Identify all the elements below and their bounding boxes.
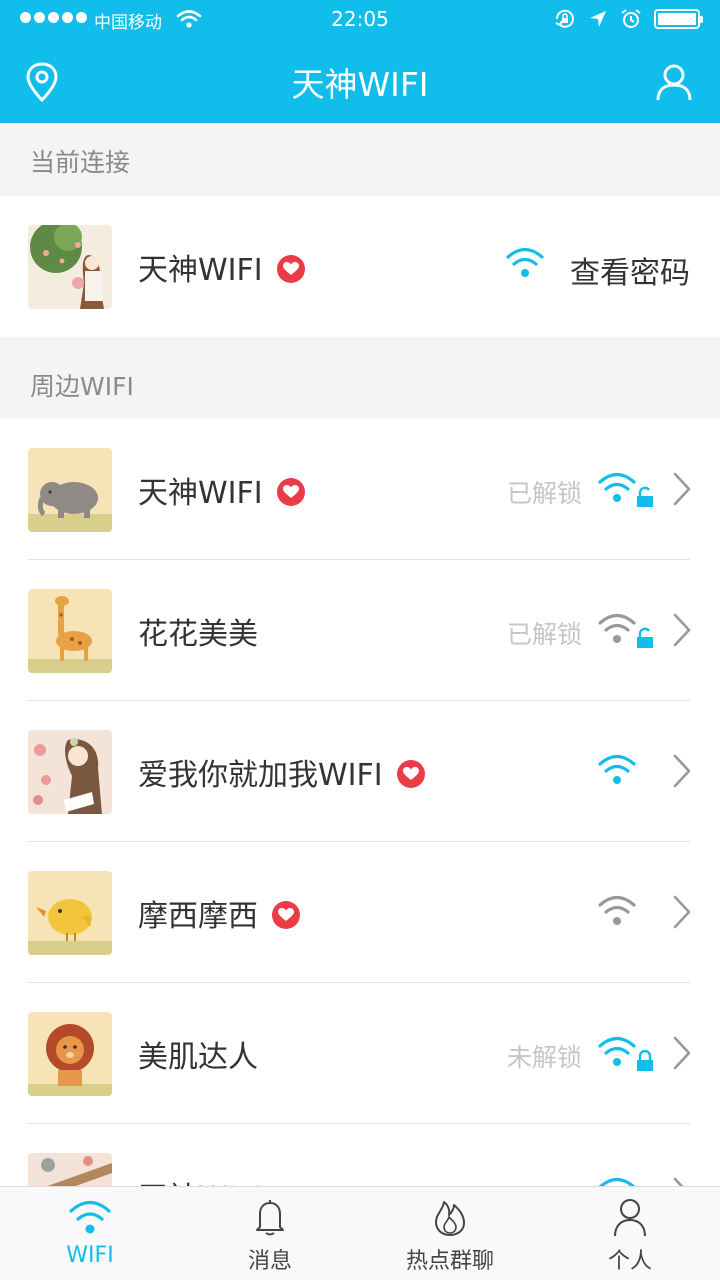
chevron-right-icon [673, 754, 691, 788]
wifi-signal-icon [598, 1036, 636, 1066]
avatar [28, 871, 112, 955]
unlock-status: 已解锁 [506, 620, 582, 649]
chevron-right-icon [673, 1036, 691, 1070]
wifi-signal-icon [598, 472, 636, 502]
avatar [28, 589, 112, 673]
tab-label: 个人 [607, 1249, 652, 1274]
favorite-heart-icon [396, 760, 425, 788]
alarm-icon [621, 9, 641, 28]
wifi-list-item[interactable]: 美肌达人 未解锁 [0, 983, 720, 1124]
tab-label: 热点群聊 [405, 1249, 494, 1274]
tab-label: WIFI [66, 1243, 114, 1268]
wifi-signal-icon [598, 613, 636, 643]
page-title: 天神WIFI [291, 65, 429, 104]
tab-messages[interactable]: 消息 [180, 1187, 360, 1280]
unlocked-icon [637, 486, 653, 507]
view-password-button[interactable]: 查看密码 [570, 248, 690, 292]
current-section-header: 当前连接 [0, 123, 720, 196]
wifi-name-text: 天神WIFI [138, 476, 263, 511]
tab-wifi[interactable]: WIFI [0, 1187, 180, 1280]
top-bar: 中国移动 22:05 天神WIFI [0, 0, 720, 123]
wifi-name: 天神WIFI [138, 468, 305, 512]
current-connection-row[interactable]: 天神WIFI 查看密码 [0, 196, 720, 337]
wifi-name: 摩西摩西 [138, 891, 300, 935]
tab-bar: WIFI 消息 热点群聊 个人 [0, 1186, 720, 1280]
locked-icon [637, 1050, 653, 1071]
avatar [28, 1012, 112, 1096]
wifi-list-item[interactable]: 爱我你就加我WIFI [0, 701, 720, 842]
chevron-right-icon [673, 613, 691, 647]
wifi-signal-icon [506, 247, 544, 277]
avatar [28, 448, 112, 532]
wifi-name: 花花美美 [138, 609, 258, 653]
wifi-list-item[interactable]: 摩西摩西 [0, 842, 720, 983]
tab-label: 消息 [247, 1249, 292, 1274]
flame-icon [435, 1201, 465, 1236]
avatar [28, 730, 112, 814]
wifi-name-text: 美肌达人 [138, 1040, 258, 1075]
wifi-signal-icon [598, 754, 636, 784]
wifi-name-text: 摩西摩西 [138, 899, 258, 934]
unlocked-icon [637, 627, 653, 648]
favorite-heart-icon [272, 901, 300, 929]
favorite-heart-icon [276, 255, 305, 283]
location-arrow-icon [590, 11, 606, 27]
battery-icon [654, 9, 703, 29]
wifi-name: 爱我你就加我WIFI [138, 750, 425, 794]
wifi-list-item[interactable]: 花花美美 已解锁 [0, 560, 720, 701]
chevron-right-icon [673, 472, 691, 506]
wifi-list-item[interactable]: 天神WIFI 已解锁 [0, 419, 720, 560]
wifi-name: 天神WIFI [138, 245, 305, 289]
user-icon[interactable] [654, 62, 694, 102]
favorite-heart-icon [276, 478, 305, 506]
wifi-name: 美肌达人 [138, 1032, 258, 1076]
status-bar: 中国移动 22:05 [0, 0, 720, 40]
nearby-section-header: 周边WIFI [0, 337, 720, 419]
avatar [28, 225, 112, 309]
wifi-name-text: 爱我你就加我WIFI [138, 758, 383, 793]
wifi-signal-icon [598, 895, 636, 925]
tab-hotspot-chat[interactable]: 热点群聊 [360, 1187, 540, 1280]
wifi-name-text: 花花美美 [138, 617, 258, 652]
person-icon [614, 1199, 646, 1237]
wifi-icon [69, 1200, 111, 1234]
wifi-name-text: 天神WIFI [138, 253, 263, 288]
unlock-status: 已解锁 [506, 479, 582, 508]
rotation-lock-icon [555, 9, 574, 28]
tab-personal[interactable]: 个人 [540, 1187, 720, 1280]
unlock-status: 未解锁 [506, 1043, 582, 1072]
chevron-right-icon [673, 895, 691, 929]
bell-icon [256, 1200, 284, 1236]
status-right-icons [554, 8, 703, 30]
